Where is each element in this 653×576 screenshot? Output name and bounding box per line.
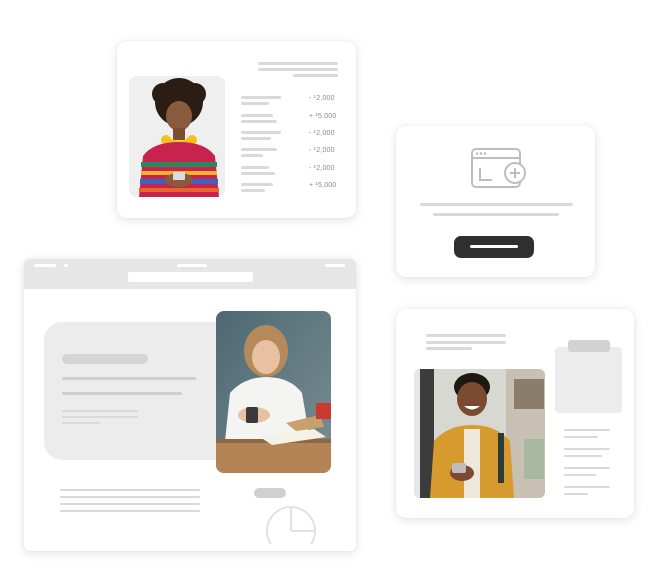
panel-line [62, 377, 196, 380]
detail-line [564, 448, 610, 450]
panel-line [62, 416, 138, 418]
transaction-amount: - ¹2,000 [309, 165, 335, 172]
body-line [60, 496, 200, 498]
detail-line [564, 429, 610, 431]
browser-add-icon [470, 146, 528, 197]
transaction-label [241, 183, 273, 186]
panel-line [62, 422, 100, 424]
transaction-sublabel [241, 154, 263, 157]
man-phone-image [414, 369, 545, 498]
window-control[interactable] [34, 264, 56, 267]
detail-line [564, 486, 610, 488]
transactions-card: - ¹2,000 + ¹5,000 - ¹2,000 - ¹2,000 - ¹2… [117, 41, 356, 218]
action-button-label [470, 245, 518, 248]
reader-photo [216, 311, 331, 473]
body-line [60, 489, 200, 491]
window-control[interactable] [325, 264, 345, 267]
transaction-label [241, 96, 281, 99]
transaction-label [241, 148, 277, 151]
profile-card [396, 309, 634, 518]
detail-line [564, 493, 588, 495]
transaction-amount: - ¹2,000 [309, 147, 335, 154]
header-line [258, 68, 338, 71]
transaction-label [241, 166, 269, 169]
woman-headphones-image [129, 76, 225, 197]
transaction-sublabel [241, 102, 269, 105]
add-app-card [396, 126, 595, 277]
action-button[interactable] [454, 236, 534, 258]
woman-reading-image [216, 311, 331, 473]
detail-line [564, 455, 602, 457]
description-line [420, 203, 573, 206]
profile-photo [414, 369, 545, 498]
transaction-label [241, 131, 281, 134]
clipboard-clip [568, 340, 610, 352]
profile-header-line [426, 341, 506, 344]
detail-line [564, 436, 598, 438]
transaction-amount: + ¹5,000 [309, 182, 337, 189]
profile-header-line [426, 347, 472, 350]
transaction-sublabel [241, 189, 265, 192]
transaction-amount: - ¹2,000 [309, 95, 335, 102]
content-panel [44, 322, 234, 460]
pie-chart-icon [264, 504, 318, 551]
pager-pill[interactable] [254, 488, 286, 498]
user-photo [129, 76, 225, 197]
body-line [60, 503, 200, 505]
tab-indicator[interactable] [177, 264, 207, 267]
detail-line [564, 467, 610, 469]
transaction-label [241, 114, 273, 117]
panel-chip [62, 354, 148, 364]
transaction-amount: - ¹2,000 [309, 130, 335, 137]
browser-window-card [24, 259, 356, 551]
window-control[interactable] [64, 264, 68, 267]
panel-line [62, 392, 182, 395]
transaction-sublabel [241, 137, 271, 140]
address-bar[interactable] [128, 272, 253, 282]
transaction-amount: + ¹5,000 [309, 113, 337, 120]
profile-header-line [426, 334, 506, 337]
body-line [60, 510, 200, 512]
clipboard-panel [555, 347, 622, 413]
transaction-sublabel [241, 172, 275, 175]
transaction-sublabel [241, 120, 277, 123]
panel-line [62, 410, 138, 412]
browser-titlebar [24, 259, 356, 289]
description-line [433, 213, 559, 216]
detail-line [564, 474, 596, 476]
header-line [258, 62, 338, 65]
header-line [293, 74, 338, 77]
